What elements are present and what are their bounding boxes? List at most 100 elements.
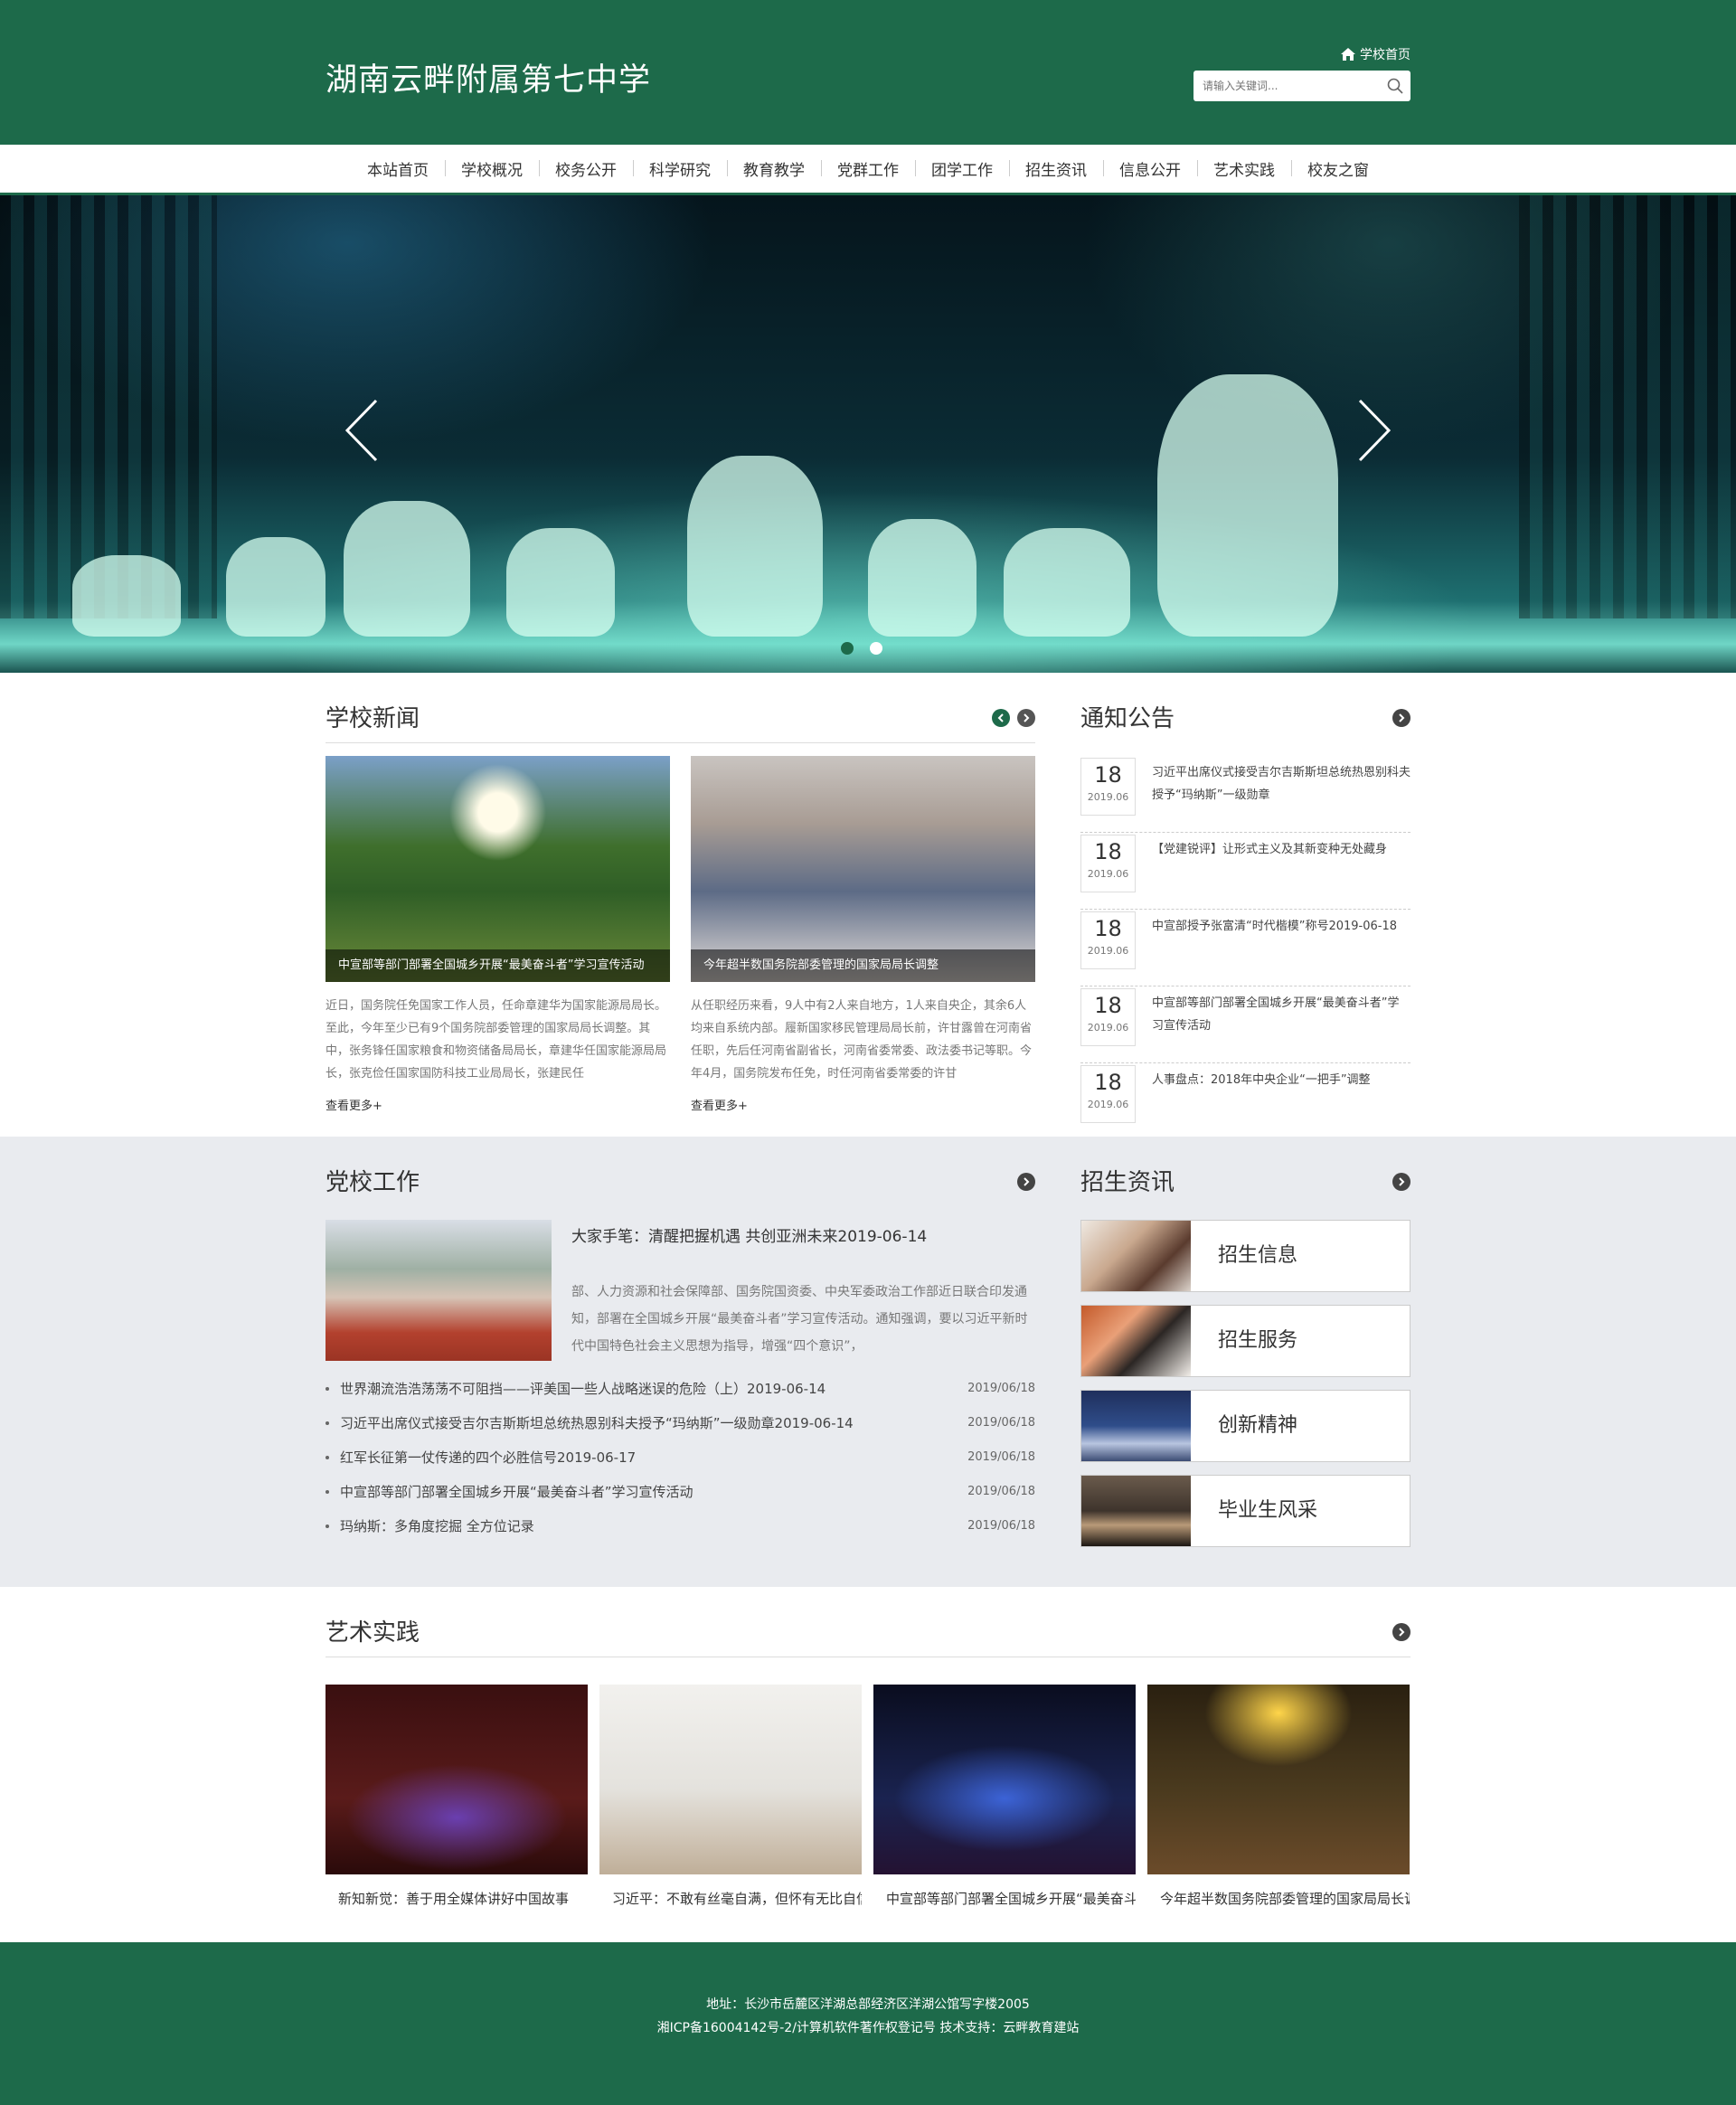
art-image[interactable] [873, 1685, 1136, 1874]
home-link[interactable]: 学校首页 [1341, 45, 1410, 63]
search-icon[interactable] [1380, 71, 1410, 101]
news-more-link[interactable]: 查看更多+ [326, 1096, 670, 1113]
nav-item-enrollment[interactable]: 招生资讯 [1009, 157, 1103, 180]
notice-item[interactable]: 18 2019.06 【党建锐评】让形式主义及其新变种无处藏身 [1080, 833, 1410, 910]
notice-ym: 2019.06 [1087, 868, 1129, 880]
banner-dot[interactable] [870, 642, 882, 655]
list-item-date: 2019/06/18 [967, 1485, 1035, 1498]
banner-dancer [72, 555, 181, 637]
list-item[interactable]: 玛纳斯：多角度挖掘 全方位记录 2019/06/18 [326, 1509, 1035, 1543]
nav-item-info[interactable]: 信息公开 [1103, 157, 1197, 180]
nav-item-art[interactable]: 艺术实践 [1197, 157, 1291, 180]
notice-ym: 2019.06 [1087, 945, 1129, 957]
art-caption[interactable]: 习近平：不敢有丝毫自满，但怀有无比自信 [599, 1889, 862, 1908]
news-prev-icon[interactable] [992, 709, 1010, 727]
party-feature-title[interactable]: 大家手笔：清醒把握机遇 共创亚洲未来2019-06-14 [571, 1223, 1035, 1246]
list-item-title[interactable]: 世界潮流浩浩荡荡不可阻挡——评美国一些人战略迷误的危险（上）2019-06-14 [340, 1372, 967, 1406]
nav-item-teaching[interactable]: 教育教学 [727, 157, 821, 180]
nav-item-overview[interactable]: 学校概况 [445, 157, 539, 180]
notice-ym: 2019.06 [1087, 1022, 1129, 1034]
party-more-icon[interactable] [1017, 1173, 1035, 1191]
nav-item-youth[interactable]: 团学工作 [915, 157, 1009, 180]
search-box [1194, 71, 1410, 101]
notice-item[interactable]: 18 2019.06 中宣部授予张富清“时代楷模”称号2019-06-18 [1080, 910, 1410, 986]
list-item-title[interactable]: 红军长征第一仗传递的四个必胜信号2019-06-17 [340, 1440, 967, 1475]
notice-text[interactable]: 人事盘点：2018年中央企业“一把手”调整 [1136, 1063, 1410, 1140]
notice-item[interactable]: 18 2019.06 人事盘点：2018年中央企业“一把手”调整 [1080, 1063, 1410, 1140]
enroll-item[interactable]: 招生信息 [1080, 1220, 1410, 1292]
party-feature-desc: 部、人力资源和社会保障部、国务院国资委、中央军委政治工作部近日联合印发通知，部署… [571, 1285, 1028, 1354]
enroll-label[interactable]: 招生信息 [1191, 1221, 1297, 1291]
news-next-icon[interactable] [1017, 709, 1035, 727]
notices-more-icon[interactable] [1392, 709, 1410, 727]
notice-text[interactable]: 中宣部等部门部署全国城乡开展“最美奋斗者”学习宣传活动 [1136, 986, 1410, 1062]
notice-item[interactable]: 18 2019.06 中宣部等部门部署全国城乡开展“最美奋斗者”学习宣传活动 [1080, 986, 1410, 1063]
news-card[interactable]: 今年超半数国务院部委管理的国家局局长调整 从任职经历来看，9人中有2人来自地方，… [691, 756, 1035, 1113]
party-feature-image[interactable] [326, 1220, 552, 1361]
notice-day: 18 [1094, 839, 1122, 864]
notice-ym: 2019.06 [1087, 791, 1129, 803]
banner-dot[interactable] [841, 642, 854, 655]
art-image[interactable] [599, 1685, 862, 1874]
news-desc: 近日，国务院任免国家工作人员，任命章建华为国家能源局局长。至此，今年至少已有9个… [326, 999, 667, 1081]
nav-item-affairs[interactable]: 校务公开 [539, 157, 633, 180]
art-caption[interactable]: 今年超半数国务院部委管理的国家局局长调整 [1147, 1889, 1410, 1908]
nav-item-home[interactable]: 本站首页 [351, 157, 445, 180]
art-caption[interactable]: 中宣部等部门部署全国城乡开展“最美奋斗者”学习宣传活动 [873, 1889, 1136, 1908]
art-image[interactable] [1147, 1685, 1410, 1874]
art-caption[interactable]: 新知新觉：善于用全媒体讲好中国故事 [326, 1889, 588, 1908]
notice-item[interactable]: 18 2019.06 习近平出席仪式接受吉尔吉斯斯坦总统热恩别科夫授予“玛纳斯”一… [1080, 756, 1410, 833]
enroll-thumb [1081, 1306, 1191, 1376]
art-head: 艺术实践 [326, 1614, 1410, 1657]
site-title[interactable]: 湖南云畔附属第七中学 [326, 54, 651, 100]
banner-prev-icon[interactable] [344, 399, 380, 462]
party-work: 党校工作 大家手笔：清醒把握机遇 共创亚洲未来2019-06-14 部、人力资源… [326, 1164, 1035, 1543]
banner-dancer [506, 528, 615, 637]
enroll-label[interactable]: 毕业生风采 [1191, 1476, 1317, 1546]
notice-text[interactable]: 习近平出席仪式接受吉尔吉斯斯坦总统热恩别科夫授予“玛纳斯”一级勋章 [1136, 756, 1410, 832]
list-item-title[interactable]: 玛纳斯：多角度挖掘 全方位记录 [340, 1509, 967, 1543]
nav-item-alumni[interactable]: 校友之窗 [1291, 157, 1385, 180]
footer-icp[interactable]: 湘ICP备16004142号-2/计算机软件著作权登记号 技术支持：云畔教育建站 [0, 2016, 1736, 2040]
art-image[interactable] [326, 1685, 588, 1874]
banner-dancer [687, 456, 823, 637]
notices-title: 通知公告 [1080, 705, 1175, 732]
enroll-label[interactable]: 招生服务 [1191, 1306, 1297, 1376]
news-image[interactable]: 今年超半数国务院部委管理的国家局局长调整 [691, 756, 1035, 982]
news-more-link[interactable]: 查看更多+ [691, 1096, 1035, 1113]
enroll-item[interactable]: 招生服务 [1080, 1305, 1410, 1377]
notice-text[interactable]: 【党建锐评】让形式主义及其新变种无处藏身 [1136, 833, 1410, 909]
notice-day: 18 [1094, 762, 1122, 788]
site-header: 湖南云畔附属第七中学 学校首页 [0, 0, 1736, 145]
party-feature[interactable]: 大家手笔：清醒把握机遇 共创亚洲未来2019-06-14 部、人力资源和社会保障… [326, 1220, 1035, 1361]
art-item[interactable]: 习近平：不敢有丝毫自满，但怀有无比自信 [599, 1685, 862, 1908]
news-image[interactable]: 中宣部等部门部署全国城乡开展“最美奋斗者”学习宣传活动 [326, 756, 670, 982]
art-more-icon[interactable] [1392, 1623, 1410, 1641]
news-card[interactable]: 中宣部等部门部署全国城乡开展“最美奋斗者”学习宣传活动 近日，国务院任免国家工作… [326, 756, 670, 1113]
art-item[interactable]: 今年超半数国务院部委管理的国家局局长调整 [1147, 1685, 1410, 1908]
enrollment-more-icon[interactable] [1392, 1173, 1410, 1191]
notice-date: 18 2019.06 [1080, 835, 1136, 892]
art-title: 艺术实践 [326, 1619, 420, 1647]
nav-item-party[interactable]: 党群工作 [821, 157, 915, 180]
list-item[interactable]: 习近平出席仪式接受吉尔吉斯斯坦总统热恩别科夫授予“玛纳斯”一级勋章2019-06… [326, 1406, 1035, 1440]
nav-item-research[interactable]: 科学研究 [633, 157, 727, 180]
enroll-item[interactable]: 创新精神 [1080, 1390, 1410, 1462]
art-item[interactable]: 新知新觉：善于用全媒体讲好中国故事 [326, 1685, 588, 1908]
list-item[interactable]: 红军长征第一仗传递的四个必胜信号2019-06-17 2019/06/18 [326, 1440, 1035, 1475]
news-caption: 中宣部等部门部署全国城乡开展“最美奋斗者”学习宣传活动 [326, 949, 670, 982]
enroll-item[interactable]: 毕业生风采 [1080, 1475, 1410, 1547]
enrollment: 招生资讯 招生信息 招生服务 创新精神 毕业生风采 [1080, 1164, 1410, 1560]
search-input[interactable] [1194, 71, 1380, 101]
list-item-title[interactable]: 中宣部等部门部署全国城乡开展“最美奋斗者”学习宣传活动 [340, 1475, 967, 1509]
banner-dots [841, 642, 882, 655]
notice-text[interactable]: 中宣部授予张富清“时代楷模”称号2019-06-18 [1136, 910, 1410, 986]
list-item[interactable]: 世界潮流浩浩荡荡不可阻挡——评美国一些人战略迷误的危险（上）2019-06-14… [326, 1372, 1035, 1406]
enroll-thumb [1081, 1391, 1191, 1461]
list-item[interactable]: 中宣部等部门部署全国城乡开展“最美奋斗者”学习宣传活动 2019/06/18 [326, 1475, 1035, 1509]
enroll-label[interactable]: 创新精神 [1191, 1391, 1297, 1461]
banner-next-icon[interactable] [1356, 399, 1392, 462]
art-item[interactable]: 中宣部等部门部署全国城乡开展“最美奋斗者”学习宣传活动 [873, 1685, 1136, 1908]
notice-date: 18 2019.06 [1080, 758, 1136, 816]
list-item-title[interactable]: 习近平出席仪式接受吉尔吉斯斯坦总统热恩别科夫授予“玛纳斯”一级勋章2019-06… [340, 1406, 967, 1440]
